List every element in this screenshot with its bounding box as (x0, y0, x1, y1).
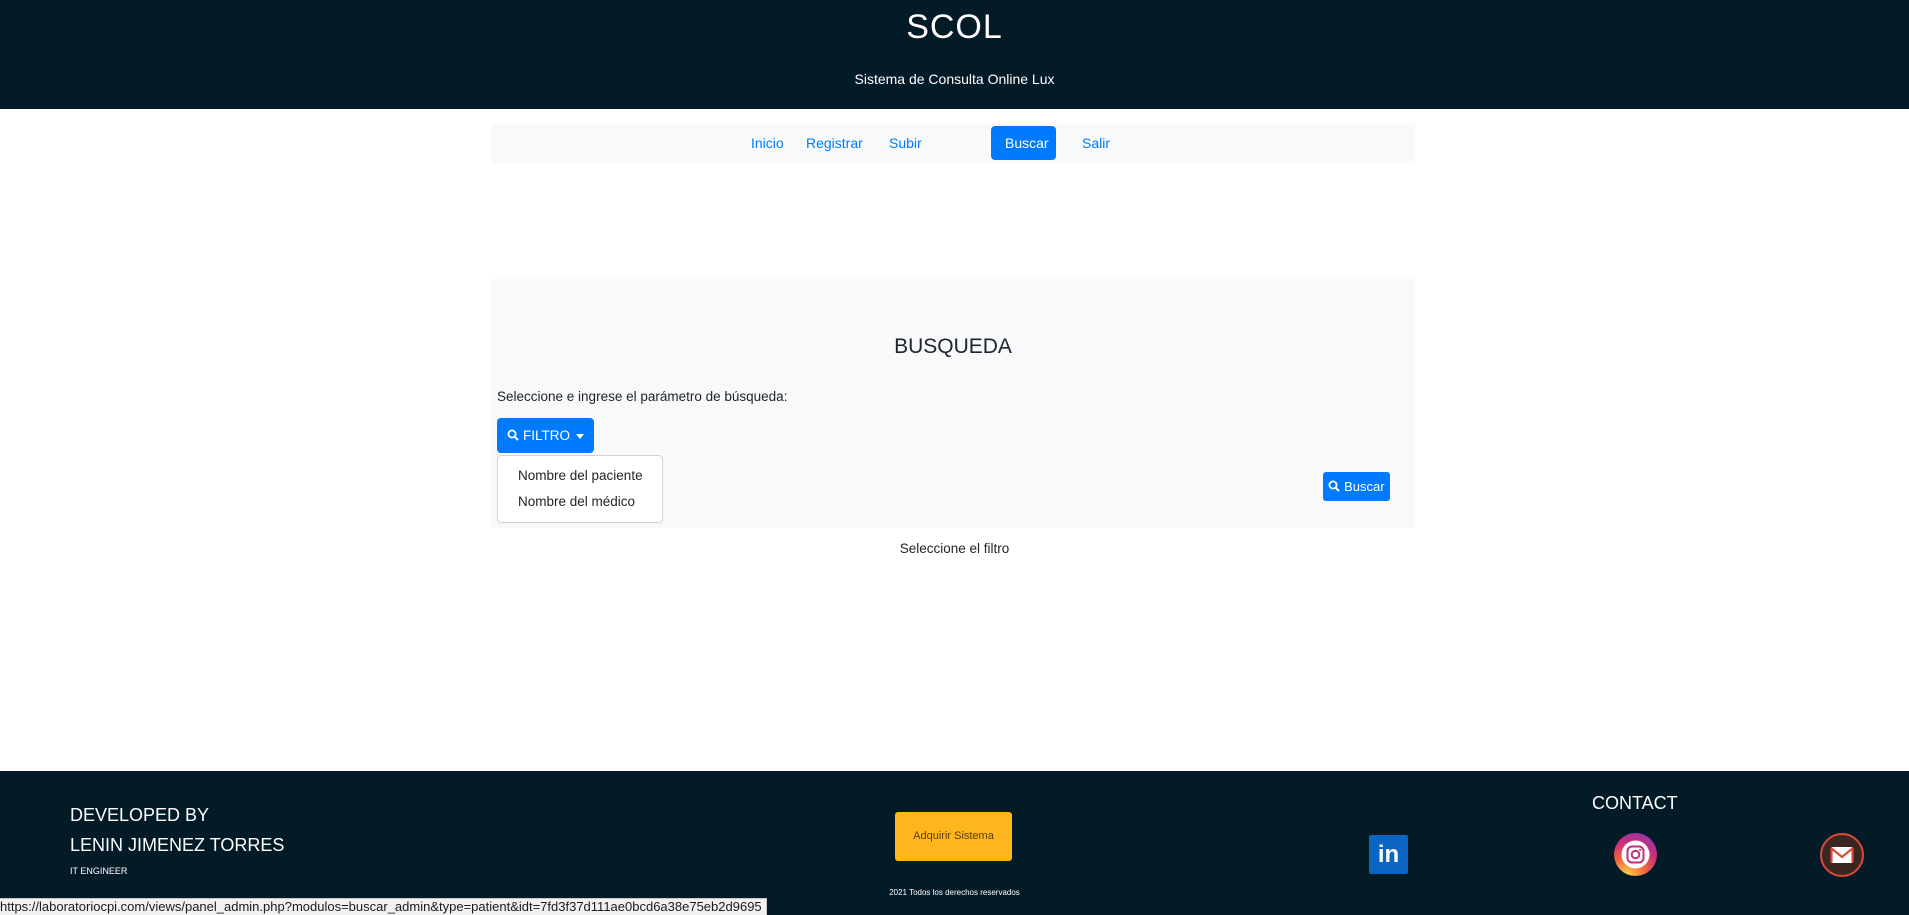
status-bar-url: https://laboratoriocpi.com/views/panel_a… (0, 898, 767, 915)
contact-heading: CONTACT (1592, 793, 1678, 813)
search-panel: BUSQUEDA Seleccione e ingrese el parámet… (491, 279, 1415, 528)
filter-status-message: Seleccione el filtro (899, 541, 1010, 556)
search-instruction: Seleccione e ingrese el parámetro de bús… (497, 389, 788, 404)
filter-option-patient[interactable]: Nombre del paciente (518, 468, 643, 483)
instagram-icon[interactable] (1614, 833, 1657, 876)
developed-by-label: DEVELOPED BY (70, 805, 210, 825)
filter-button-label: FILTRO (523, 428, 570, 443)
nav-item-salir[interactable]: Salir (1068, 126, 1124, 160)
copyright-text: 2021 Todos los derechos reservados (889, 888, 1020, 897)
filter-option-doctor[interactable]: Nombre del médico (518, 494, 635, 509)
search-icon (1328, 480, 1341, 492)
nav-item-inicio[interactable]: Inicio (737, 126, 798, 160)
instagram-glyph (1621, 840, 1650, 869)
search-icon (507, 429, 519, 441)
developer-role: IT ENGINEER (70, 866, 128, 876)
nav-item-registrar[interactable]: Registrar (792, 126, 877, 160)
filter-dropdown-button[interactable]: FILTRO (497, 418, 594, 453)
panel-title: BUSQUEDA (894, 335, 1012, 358)
mail-glyph (1830, 847, 1854, 863)
acquire-system-button[interactable]: Adquirir Sistema (895, 812, 1012, 861)
site-subtitle: Sistema de Consulta Online Lux (854, 71, 1055, 87)
mail-icon[interactable] (1820, 833, 1864, 877)
nav-item-buscar[interactable]: Buscar (991, 126, 1056, 160)
site-footer: DEVELOPED BY LENIN JIMENEZ TORRES IT ENG… (0, 771, 1909, 915)
search-button-label: Buscar (1344, 479, 1385, 494)
nav-item-subir[interactable]: Subir (875, 126, 936, 160)
developer-name: LENIN JIMENEZ TORRES (70, 835, 285, 855)
site-header: SCOL Sistema de Consulta Online Lux (0, 0, 1909, 109)
caret-down-icon (575, 433, 584, 439)
linkedin-icon[interactable]: in (1369, 835, 1408, 874)
filter-dropdown-menu: Nombre del paciente Nombre del médico (497, 455, 663, 523)
search-button[interactable]: Buscar (1323, 472, 1390, 501)
main-nav: Inicio Registrar Subir Buscar Salir (491, 123, 1415, 163)
site-title: SCOL (906, 8, 1003, 46)
